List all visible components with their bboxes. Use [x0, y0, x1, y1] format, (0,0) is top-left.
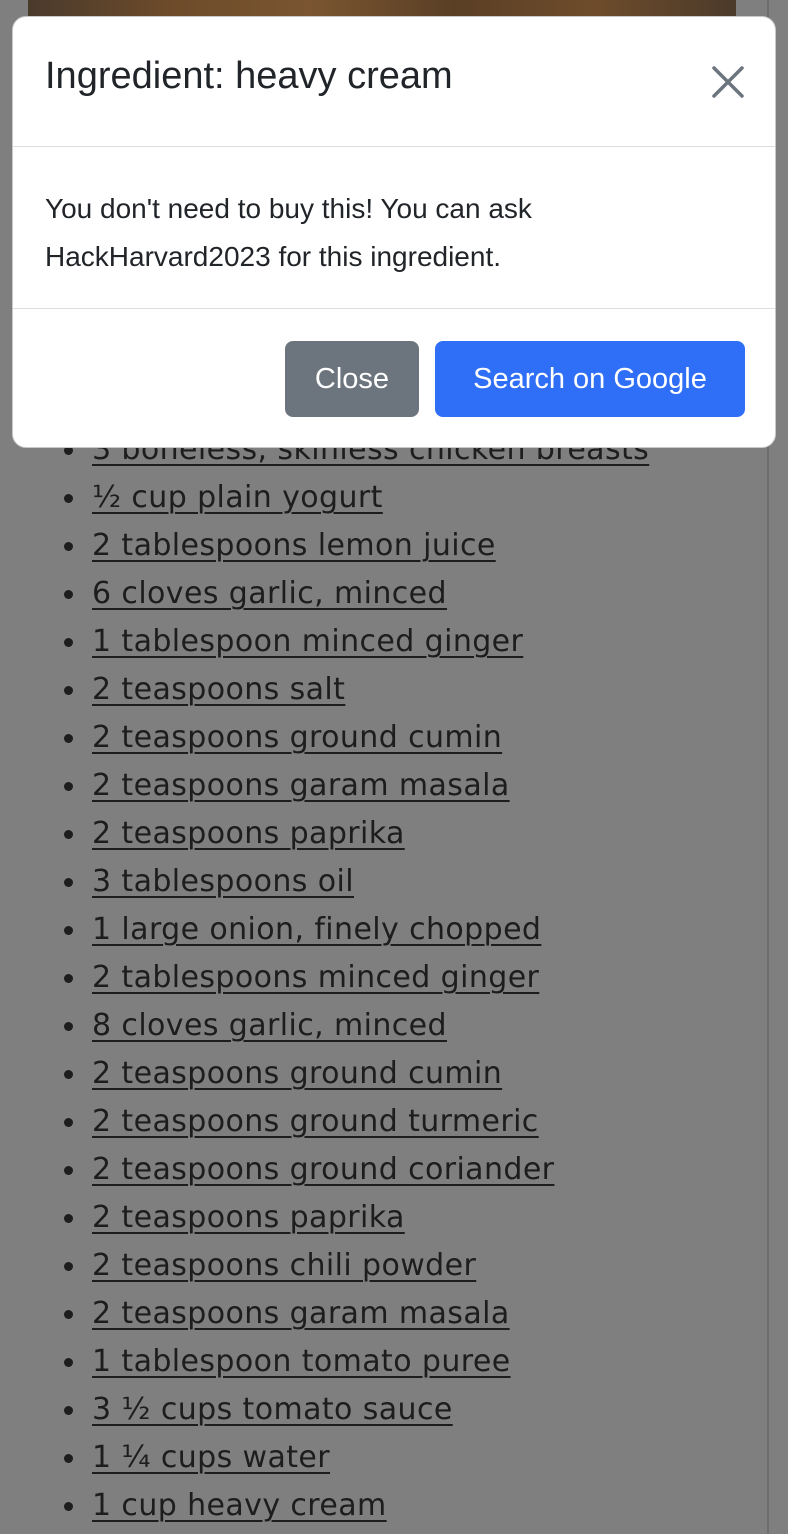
ingredient-link[interactable]: 6 cloves garlic, minced [92, 576, 447, 611]
list-item: 2 teaspoons ground turmeric [0, 1098, 649, 1146]
ingredient-link[interactable]: 2 teaspoons ground coriander [92, 1152, 554, 1187]
list-item: 1 tablespoon minced ginger [0, 618, 649, 666]
ingredient-link[interactable]: 2 teaspoons ground cumin [92, 1056, 502, 1091]
ingredient-link[interactable]: 2 teaspoons chili powder [92, 1248, 476, 1283]
ingredient-link[interactable]: 2 teaspoons paprika [92, 1200, 405, 1235]
modal-title: Ingredient: heavy cream [45, 55, 453, 97]
list-item: 2 teaspoons chili powder [0, 1242, 649, 1290]
ingredient-link[interactable]: 2 teaspoons ground cumin [92, 720, 502, 755]
list-item: 1 large onion, finely chopped [0, 906, 649, 954]
list-item: 3 tablespoons oil [0, 858, 649, 906]
modal-header: Ingredient: heavy cream [13, 17, 775, 147]
list-item: 8 cloves garlic, minced [0, 1002, 649, 1050]
list-item: 2 teaspoons garam masala [0, 762, 649, 810]
ingredient-link[interactable]: 1 ¼ cups water [92, 1440, 330, 1475]
ingredient-link[interactable]: 2 teaspoons garam masala [92, 1296, 510, 1331]
ingredient-link[interactable]: 2 teaspoons paprika [92, 816, 405, 851]
recipe-image [28, 0, 736, 16]
list-item: 2 teaspoons ground coriander [0, 1146, 649, 1194]
modal-message: You don't need to buy this! You can ask … [45, 193, 532, 272]
list-item: 1 cup heavy cream [0, 1482, 649, 1530]
close-button[interactable]: Close [285, 341, 419, 417]
close-icon[interactable] [711, 65, 745, 99]
list-item: 2 teaspoons paprika [0, 810, 649, 858]
list-item: 1 ¼ cups water [0, 1434, 649, 1482]
ingredient-link[interactable]: 8 cloves garlic, minced [92, 1008, 447, 1043]
ingredient-modal: Ingredient: heavy cream You don't need t… [12, 16, 776, 448]
ingredient-link[interactable]: 3 tablespoons oil [92, 864, 354, 899]
ingredient-link[interactable]: 1 cup heavy cream [92, 1488, 387, 1523]
ingredient-link[interactable]: 2 tablespoons lemon juice [92, 528, 496, 563]
ingredient-link[interactable]: 2 tablespoons minced ginger [92, 960, 539, 995]
ingredient-link[interactable]: 1 tablespoon minced ginger [92, 624, 523, 659]
list-item: 3 ½ cups tomato sauce [0, 1386, 649, 1434]
list-item: 2 teaspoons ground cumin [0, 714, 649, 762]
modal-footer: Close Search on Google [13, 309, 775, 447]
list-item: 1 tablespoon tomato puree [0, 1338, 649, 1386]
list-item: 2 tablespoons minced ginger [0, 954, 649, 1002]
ingredient-link[interactable]: 2 teaspoons garam masala [92, 768, 510, 803]
ingredient-link[interactable]: 1 tablespoon tomato puree [92, 1344, 511, 1379]
ingredient-link[interactable]: ½ cup plain yogurt [92, 480, 383, 515]
search-on-google-button[interactable]: Search on Google [435, 341, 745, 417]
ingredient-link[interactable]: 2 teaspoons ground turmeric [92, 1104, 539, 1139]
list-item: 2 teaspoons ground cumin [0, 1050, 649, 1098]
list-item: 2 teaspoons salt [0, 666, 649, 714]
ingredient-link[interactable]: 3 ½ cups tomato sauce [92, 1392, 453, 1427]
ingredient-link[interactable]: 1 large onion, finely chopped [92, 912, 541, 947]
list-item: 2 teaspoons garam masala [0, 1290, 649, 1338]
list-item: 2 tablespoons lemon juice [0, 522, 649, 570]
list-item: 2 teaspoons paprika [0, 1194, 649, 1242]
list-item: ½ cup plain yogurt [0, 474, 649, 522]
ingredient-link[interactable]: 2 teaspoons salt [92, 672, 345, 707]
modal-body: You don't need to buy this! You can ask … [13, 147, 775, 309]
ingredient-list: 3 boneless, skinless chicken breasts ½ c… [0, 426, 649, 1530]
list-item: 6 cloves garlic, minced [0, 570, 649, 618]
